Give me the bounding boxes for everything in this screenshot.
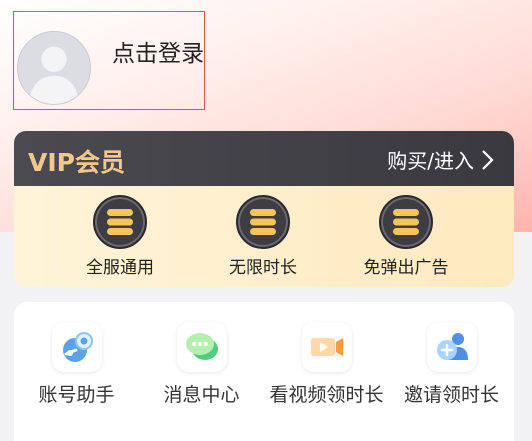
tool-message-center[interactable]: 消息中心 <box>139 322 264 407</box>
chat-bubble-icon <box>176 322 227 372</box>
vip-buy-enter-link[interactable]: 购买/进入 <box>387 145 494 174</box>
server-stack-icon <box>236 195 290 249</box>
default-avatar-icon[interactable] <box>17 31 91 105</box>
chevron-right-icon <box>480 149 494 171</box>
tool-label: 看视频领时长 <box>269 384 384 406</box>
tool-invite-earn-time[interactable]: 邀请领时长 <box>389 322 514 407</box>
login-label[interactable]: 点击登录 <box>112 34 204 68</box>
vip-header[interactable]: VIP会员 购买/进入 <box>14 131 514 186</box>
vip-benefit-label: 全服通用 <box>86 258 154 278</box>
server-stack-icon <box>93 195 147 249</box>
vip-title: VIP会员 <box>28 148 125 177</box>
tool-label: 邀请领时长 <box>403 384 499 406</box>
vip-action-label: 购买/进入 <box>387 149 474 173</box>
vip-benefit-label: 无限时长 <box>229 258 297 278</box>
vip-benefit-all-servers: 全服通用 <box>60 195 180 278</box>
tool-account-assistant[interactable]: 账号助手 <box>14 322 139 407</box>
tools-grid: 账号助手 消息中心 看视频领时长 邀请领时长 <box>14 302 514 441</box>
vip-benefit-label: 免弹出广告 <box>363 258 449 278</box>
steam-account-icon <box>51 322 102 372</box>
login-area[interactable]: 点击登录 <box>13 11 205 110</box>
server-stack-icon <box>379 195 433 249</box>
invite-user-icon <box>426 322 477 372</box>
tool-label: 账号助手 <box>38 384 115 406</box>
video-play-icon <box>301 322 352 372</box>
vip-benefit-unlimited-time: 无限时长 <box>203 195 323 278</box>
vip-card: VIP会员 购买/进入 全服通用 无限时长 免弹出广告 <box>14 131 514 287</box>
tool-label: 消息中心 <box>163 384 240 406</box>
vip-benefit-no-ads: 免弹出广告 <box>346 195 466 278</box>
tool-watch-video-earn-time[interactable]: 看视频领时长 <box>264 322 389 407</box>
